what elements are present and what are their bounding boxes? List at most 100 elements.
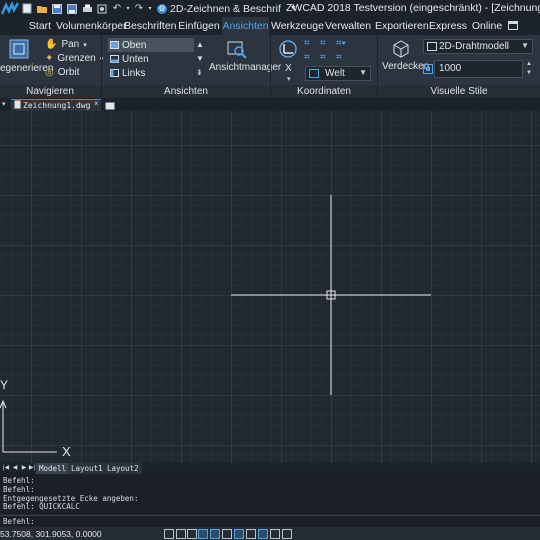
panel-label-ansichten: Ansichten [164,86,208,97]
chevron-down-icon: ▼ [521,41,529,50]
document-tab-label: Zeichnung1.dwg [23,101,91,110]
print-icon[interactable] [80,2,94,16]
command-input[interactable]: Befehl: [0,515,540,527]
next-layout-icon[interactable]: ▶ [20,464,28,473]
ortho-icon[interactable] [187,529,197,539]
visual-style-dropdown[interactable]: 2D-Drahtmodell ▼ [423,39,533,54]
ucs-origin-icon[interactable]: ⌗ [304,38,320,52]
ucs-x-label: X [62,444,71,459]
ucs-zaxis-icon[interactable]: ⌗▾ [336,38,352,52]
ucs-icon[interactable] [278,39,298,62]
tab-werkzeuge[interactable]: Werkzeuge [271,17,324,35]
view-label: Oben [122,39,147,51]
zoom-extents-icon: ✦ [45,53,54,64]
new-file-icon[interactable] [20,2,34,16]
workspace-dropdown[interactable]: ⚙ 2D-Zeichnen & Beschrif ▼ [157,3,297,15]
ucs-y-label: Y [0,378,9,392]
drawing-canvas[interactable]: Y X [0,111,540,463]
tab-beschriften[interactable]: Beschriften [124,17,177,35]
tab-online[interactable]: Online [470,17,504,35]
chevron-down-icon: ▾ [83,41,87,49]
chevron-down-icon[interactable]: ▾ [287,75,291,83]
scroll-up-icon[interactable]: ▲ [196,38,205,52]
command-history: Befehl: Befehl: Entgegengesetzte Ecke an… [0,474,540,514]
ucs-x-button[interactable]: X [285,63,292,74]
grenzen-button[interactable]: ✦ Grenzen ▾ [45,53,103,64]
orbit-button[interactable]: ◎ Orbit [45,67,79,78]
world-icon [309,69,319,78]
undo-icon[interactable]: ↶ [110,2,124,16]
view-manager-icon[interactable] [227,39,247,62]
redo-icon[interactable]: ↷ [132,2,146,16]
facet-count-input[interactable]: 1000 [434,60,523,78]
otrack-icon[interactable] [222,529,232,539]
named-views-list[interactable]: Oben Unten Links [108,38,194,80]
views-scrollbar[interactable]: ▲ ▼ ⇟ [196,38,205,80]
zwcad-logo [0,0,20,17]
view-item-oben[interactable]: Oben [108,38,194,52]
grenzen-label: Grenzen [57,53,96,64]
pan-label: Pan [61,39,80,50]
quick-properties-icon[interactable] [282,529,292,539]
tab-volumenkoerper[interactable]: Volumenkörper [56,17,127,35]
panel-label-navigieren: Navigieren [26,86,74,97]
orbit-label: Orbit [57,67,80,78]
ucs-x-rotate-icon[interactable]: ⌗ [304,52,320,66]
plot-preview-icon[interactable] [95,2,109,16]
quick-access-toolbar: ↶ ▾ ↷ ▾ [20,2,153,16]
view-item-links[interactable]: Links [108,66,194,80]
ucs-world-value: Welt [325,68,345,79]
save-as-icon[interactable] [65,2,79,16]
layout-tab-modell[interactable]: Modell [36,463,70,474]
redo-dropdown-icon[interactable]: ▾ [147,2,153,16]
open-folder-icon[interactable] [35,2,49,16]
ucs-y-rotate-icon[interactable]: ⌗ [320,52,336,66]
regenerate-icon[interactable] [9,39,29,62]
hide-icon[interactable] [393,40,409,61]
minimize-ribbon-icon[interactable] [508,21,518,30]
dynamic-ucs-icon[interactable] [234,529,244,539]
transparency-icon[interactable] [270,529,280,539]
view-left-icon [110,69,119,77]
polar-icon[interactable] [198,529,208,539]
expand-list-icon[interactable]: ⇟ [196,66,205,80]
facet-count-spinner[interactable]: ▲ ▼ [524,60,534,78]
grid-icon[interactable] [176,529,186,539]
tab-menu-icon[interactable]: ▾ [2,100,6,108]
save-icon[interactable] [50,2,64,16]
close-icon[interactable]: × [94,99,99,108]
wireframe-icon [427,42,437,51]
title-bar: ↶ ▾ ↷ ▾ ⚙ 2D-Zeichnen & Beschrif ▼ ZWCAD… [0,0,540,17]
workspace-label: 2D-Zeichnen & Beschrif [170,2,281,15]
layout-tab-layout2[interactable]: Layout2 [104,463,142,474]
tab-ansichten[interactable]: Ansichten [222,17,269,35]
ucs-named-icon[interactable]: ⌗ [336,52,352,66]
ucs-world-dropdown[interactable]: Welt ▼ [305,66,371,81]
first-layout-icon[interactable]: |◀ [2,464,10,473]
osnap-icon[interactable] [210,529,220,539]
tab-exportieren[interactable]: Exportieren [375,17,429,35]
lineweight-icon[interactable] [258,529,268,539]
layout-tab-layout1[interactable]: Layout1 [68,463,106,474]
workspace-gear-icon: ⚙ [157,3,167,14]
document-tab[interactable]: Zeichnung1.dwg [11,99,101,111]
view-label: Unten [122,53,149,65]
tab-verwalten[interactable]: Verwalten [323,17,373,35]
prev-layout-icon[interactable]: ◀ [11,464,19,473]
dynamic-input-icon[interactable] [246,529,256,539]
scroll-down-icon[interactable]: ▼ [196,52,205,66]
orbit-icon: ◎ [45,67,54,78]
window-title: ZWCAD 2018 Testversion (eingeschränkt) -… [286,2,540,14]
tab-start[interactable]: Start [26,17,54,35]
hand-icon: ✋ [45,39,58,50]
tab-express[interactable]: Express [428,17,468,35]
last-layout-icon[interactable]: ▶| [28,464,36,473]
view-item-unten[interactable]: Unten [108,52,194,66]
pan-button[interactable]: ✋ Pan ▾ [45,39,87,50]
panel-label-visuelle-stile: Visuelle Stile [430,86,488,97]
tab-einfuegen[interactable]: Einfügen [178,17,220,35]
undo-dropdown-icon[interactable]: ▾ [125,2,131,16]
snap-icon[interactable] [164,529,174,539]
ucs-3point-icon[interactable]: ⌗ [320,38,336,52]
command-line: Entgegengesetzte Ecke angeben: [3,493,139,503]
